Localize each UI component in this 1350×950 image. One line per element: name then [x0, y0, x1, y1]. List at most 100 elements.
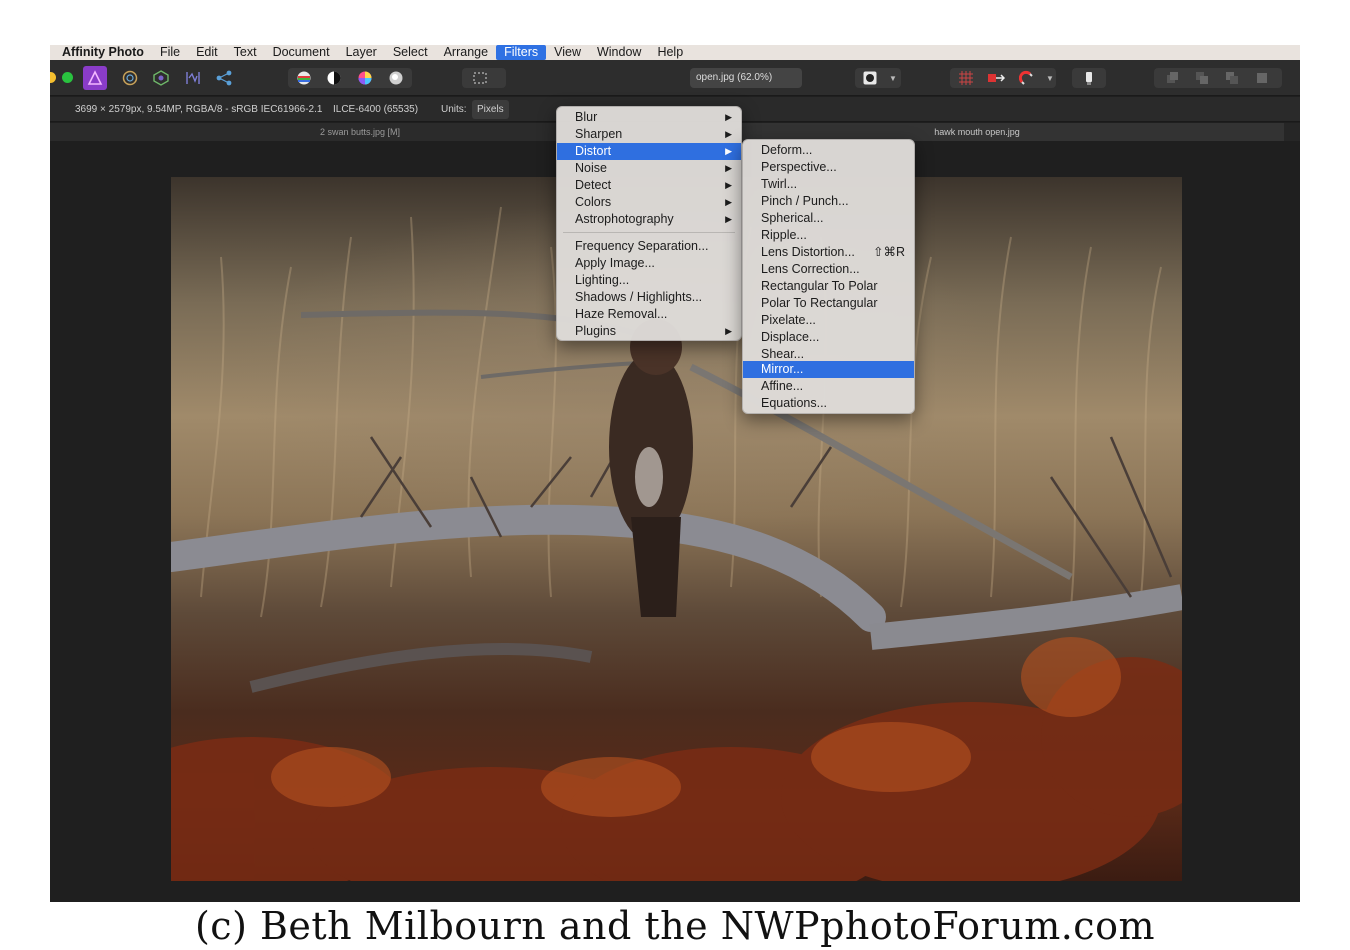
minimize-window-button[interactable]	[50, 72, 56, 83]
menu-item-label: Astrophotography	[575, 212, 674, 226]
menu-item-blur[interactable]: Blur ▶	[557, 109, 741, 126]
submenu-arrow-icon: ▶	[725, 180, 732, 190]
menu-view[interactable]: View	[546, 45, 589, 60]
menu-item-label: Lens Distortion...	[761, 245, 855, 259]
grid-icon[interactable]	[954, 66, 978, 90]
quick-mask-icon[interactable]	[858, 66, 882, 90]
submenu-arrow-icon: ▶	[725, 163, 732, 173]
app-menu[interactable]: Affinity Photo	[50, 45, 152, 60]
toolbar: open.jpg (62.0%) ▼ ▼	[50, 60, 1300, 96]
menu-item-label: Twirl...	[761, 177, 798, 191]
menu-item-perspective[interactable]: Perspective...	[743, 159, 914, 176]
menu-item-frequency-separation[interactable]: Frequency Separation...	[557, 238, 741, 255]
develop-persona-icon[interactable]	[149, 66, 173, 90]
document-name-field[interactable]: open.jpg (62.0%)	[690, 68, 802, 88]
auto-colors-icon[interactable]	[353, 66, 377, 90]
marquee-icon[interactable]	[468, 66, 492, 90]
menu-item-twirl[interactable]: Twirl...	[743, 176, 914, 193]
snapping-icon[interactable]	[1015, 66, 1039, 90]
submenu-arrow-icon: ▶	[725, 214, 732, 224]
menu-item-haze-removal[interactable]: Haze Removal...	[557, 306, 741, 323]
menu-item-displace[interactable]: Displace...	[743, 329, 914, 346]
menu-edit[interactable]: Edit	[188, 45, 226, 60]
menu-item-label: Blur	[575, 110, 598, 124]
distort-submenu: Deform... Perspective... Twirl... Pinch …	[742, 139, 915, 414]
menu-item-distort[interactable]: Distort ▶	[557, 143, 741, 160]
menu-item-label: Pinch / Punch...	[761, 194, 849, 208]
menu-item-noise[interactable]: Noise ▶	[557, 160, 741, 177]
menu-item-label: Shadows / Highlights...	[575, 290, 703, 304]
menu-item-label: Haze Removal...	[575, 307, 668, 321]
menu-select[interactable]: Select	[385, 45, 436, 60]
pen-icon[interactable]	[1077, 66, 1101, 90]
photo-persona-icon[interactable]	[83, 66, 107, 90]
assistant-icon[interactable]	[984, 66, 1008, 90]
menu-item-spherical[interactable]: Spherical...	[743, 210, 914, 227]
menu-item-lens-correction[interactable]: Lens Correction...	[743, 261, 914, 278]
menu-item-pinch-punch[interactable]: Pinch / Punch...	[743, 193, 914, 210]
menu-item-label: Lighting...	[575, 273, 630, 287]
menu-item-label: Distort	[575, 144, 612, 158]
arrange-backward-icon[interactable]	[1190, 66, 1214, 90]
arrange-front-icon[interactable]	[1250, 66, 1274, 90]
menu-item-label: Apply Image...	[575, 256, 655, 270]
menu-item-label: Deform...	[761, 143, 813, 157]
menu-window[interactable]: Window	[589, 45, 649, 60]
tone-mapping-persona-icon[interactable]	[181, 66, 205, 90]
image-info: 3699 × 2579px, 9.54MP, RGBA/8 - sRGB IEC…	[75, 104, 323, 115]
menu-item-apply-image[interactable]: Apply Image...	[557, 255, 741, 272]
arrange-back-icon[interactable]	[1160, 66, 1184, 90]
menu-item-label: Ripple...	[761, 228, 807, 242]
menu-separator	[563, 232, 735, 233]
zoom-window-button[interactable]	[62, 72, 73, 83]
menu-item-label: Affine...	[761, 379, 804, 393]
menu-item-label: Colors	[575, 195, 612, 209]
menu-item-pixelate[interactable]: Pixelate...	[743, 312, 914, 329]
menu-filters[interactable]: Filters	[496, 45, 547, 60]
menu-item-affine[interactable]: Affine...	[743, 378, 914, 395]
auto-white-balance-icon[interactable]	[384, 66, 408, 90]
menu-item-shadows-highlights[interactable]: Shadows / Highlights...	[557, 289, 741, 306]
menu-item-sharpen[interactable]: Sharpen ▶	[557, 126, 741, 143]
menu-item-lighting[interactable]: Lighting...	[557, 272, 741, 289]
menu-help[interactable]: Help	[649, 45, 691, 60]
chevron-down-icon[interactable]: ▼	[881, 66, 905, 90]
snapping-options-chevron-icon[interactable]: ▼	[1038, 66, 1062, 90]
menu-bar: Affinity Photo File Edit Text Document L…	[50, 45, 1300, 60]
submenu-arrow-icon: ▶	[725, 112, 732, 122]
camera-info: ILCE-6400 (65535)	[333, 104, 419, 115]
units-label: Units:	[441, 104, 467, 115]
menu-item-rectangular-to-polar[interactable]: Rectangular To Polar	[743, 278, 914, 295]
affinity-photo-window: Affinity Photo File Edit Text Document L…	[50, 45, 1300, 902]
liquify-persona-icon[interactable]	[118, 66, 142, 90]
menu-item-plugins[interactable]: Plugins ▶	[557, 323, 741, 340]
menu-item-deform[interactable]: Deform...	[743, 142, 914, 159]
menu-item-label: Perspective...	[761, 160, 837, 174]
menu-item-label: Displace...	[761, 330, 820, 344]
auto-levels-icon[interactable]	[292, 66, 316, 90]
menu-file[interactable]: File	[152, 45, 188, 60]
menu-item-label: Spherical...	[761, 211, 824, 225]
menu-item-mirror[interactable]: Mirror...	[743, 361, 914, 378]
auto-contrast-icon[interactable]	[322, 66, 346, 90]
units-select[interactable]: Pixels	[472, 100, 509, 119]
menu-item-detect[interactable]: Detect ▶	[557, 177, 741, 194]
copyright-caption: (c) Beth Milbourn and the NWPphotoForum.…	[194, 904, 1155, 948]
export-persona-icon[interactable]	[212, 66, 236, 90]
menu-item-colors[interactable]: Colors ▶	[557, 194, 741, 211]
menu-item-astrophotography[interactable]: Astrophotography ▶	[557, 211, 741, 228]
menu-item-lens-distortion[interactable]: Lens Distortion... ⇧⌘R	[743, 244, 914, 261]
menu-layer[interactable]: Layer	[338, 45, 385, 60]
submenu-arrow-icon: ▶	[725, 146, 732, 156]
menu-item-equations[interactable]: Equations...	[743, 395, 914, 412]
arrange-forward-icon[interactable]	[1220, 66, 1244, 90]
menu-item-ripple[interactable]: Ripple...	[743, 227, 914, 244]
menu-item-polar-to-rectangular[interactable]: Polar To Rectangular	[743, 295, 914, 312]
menu-item-label: Polar To Rectangular	[761, 296, 878, 310]
menu-document[interactable]: Document	[265, 45, 338, 60]
menu-item-label: Noise	[575, 161, 607, 175]
menu-item-label: Mirror...	[761, 362, 804, 376]
menu-text[interactable]: Text	[226, 45, 265, 60]
menu-arrange[interactable]: Arrange	[436, 45, 496, 60]
filters-menu: Blur ▶ Sharpen ▶ Distort ▶ Noise ▶ Detect ▶ C…	[556, 106, 742, 341]
